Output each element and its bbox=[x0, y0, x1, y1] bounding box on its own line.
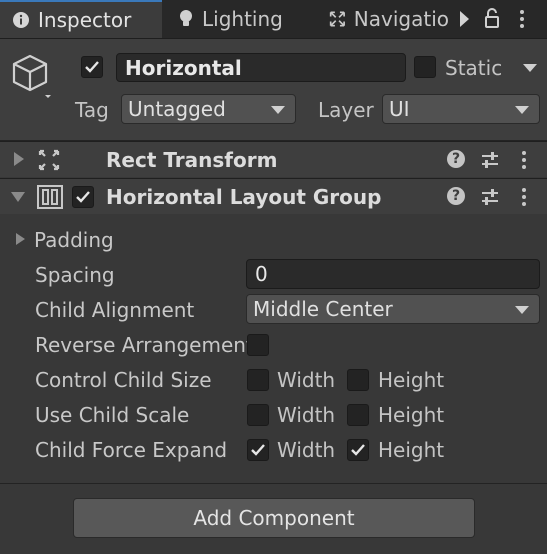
foldout-collapsed-icon[interactable] bbox=[14, 152, 24, 166]
control-child-size-height-label: Height bbox=[378, 368, 445, 392]
checkmark-icon bbox=[85, 61, 99, 73]
child-alignment-value: Middle Center bbox=[253, 297, 393, 321]
add-component-button[interactable]: Add Component bbox=[73, 498, 475, 538]
child-alignment-label: Child Alignment bbox=[35, 298, 195, 322]
layer-value: UI bbox=[389, 97, 410, 121]
padding-label[interactable]: Padding bbox=[34, 228, 114, 252]
static-checkbox[interactable] bbox=[414, 56, 436, 78]
use-child-scale-width-label: Width bbox=[277, 403, 336, 427]
padding-foldout-icon[interactable] bbox=[16, 233, 25, 245]
tab-inspector[interactable]: Inspector bbox=[0, 0, 162, 38]
static-label: Static bbox=[445, 56, 503, 80]
rect-transform-icon bbox=[38, 149, 60, 171]
tab-navigation-label: Navigatio bbox=[353, 7, 449, 31]
layout-group-enabled-checkbox[interactable] bbox=[72, 186, 94, 208]
layer-dropdown[interactable]: UI bbox=[382, 94, 540, 124]
preset-sliders-icon[interactable] bbox=[480, 187, 500, 207]
spacing-input[interactable]: 0 bbox=[246, 259, 540, 289]
child-force-expand-width-checkbox[interactable] bbox=[247, 439, 269, 461]
horizontal-layout-group-header[interactable]: Horizontal Layout Group ? bbox=[0, 178, 547, 214]
lightbulb-icon bbox=[180, 10, 192, 26]
checkmark-icon bbox=[76, 191, 90, 203]
tab-navigation[interactable]: Navigatio bbox=[329, 0, 449, 38]
chevron-down-icon bbox=[271, 106, 285, 114]
divider bbox=[0, 483, 547, 484]
lock-icon[interactable] bbox=[484, 8, 500, 28]
use-child-scale-width-checkbox[interactable] bbox=[247, 404, 269, 426]
navigation-icon bbox=[329, 11, 345, 27]
object-name-field[interactable]: Horizontal bbox=[116, 53, 406, 82]
help-icon[interactable]: ? bbox=[447, 187, 465, 205]
control-child-size-width-label: Width bbox=[277, 368, 336, 392]
tag-dropdown[interactable]: Untagged bbox=[121, 94, 296, 124]
tab-scroll-right-icon[interactable] bbox=[460, 11, 469, 27]
use-child-scale-height-checkbox[interactable] bbox=[347, 404, 369, 426]
tab-inspector-label: Inspector bbox=[38, 8, 132, 32]
control-child-size-height-checkbox[interactable] bbox=[347, 369, 369, 391]
child-force-expand-height-label: Height bbox=[378, 438, 445, 462]
control-child-size-label: Control Child Size bbox=[35, 368, 212, 392]
child-alignment-dropdown[interactable]: Middle Center bbox=[246, 294, 540, 324]
tab-lighting[interactable]: Lighting bbox=[178, 0, 283, 38]
control-child-size-width-checkbox[interactable] bbox=[247, 369, 269, 391]
static-dropdown-icon[interactable] bbox=[523, 64, 537, 72]
checkmark-icon bbox=[351, 444, 365, 456]
checkmark-icon bbox=[251, 444, 265, 456]
preset-sliders-icon[interactable] bbox=[480, 150, 500, 170]
info-icon bbox=[13, 12, 29, 28]
rect-transform-title: Rect Transform bbox=[106, 148, 278, 172]
active-checkbox[interactable] bbox=[81, 56, 103, 78]
child-force-expand-label: Child Force Expand bbox=[35, 438, 228, 462]
spacing-label: Spacing bbox=[35, 263, 115, 287]
tab-lighting-label: Lighting bbox=[202, 7, 283, 31]
tab-bar: Inspector Lighting Navigatio bbox=[0, 0, 547, 39]
child-force-expand-width-label: Width bbox=[277, 438, 336, 462]
chevron-down-icon bbox=[515, 306, 529, 314]
object-name-value: Horizontal bbox=[125, 55, 242, 80]
use-child-scale-height-label: Height bbox=[378, 403, 445, 427]
component-menu-icon[interactable] bbox=[522, 188, 526, 206]
horizontal-layout-icon bbox=[37, 185, 63, 209]
component-menu-icon[interactable] bbox=[522, 151, 526, 169]
use-child-scale-label: Use Child Scale bbox=[35, 403, 190, 427]
object-header: Horizontal Static Tag Untagged Layer UI bbox=[0, 39, 547, 141]
child-force-expand-height-checkbox[interactable] bbox=[347, 439, 369, 461]
chevron-down-icon bbox=[515, 106, 529, 114]
layer-label: Layer bbox=[318, 98, 374, 122]
tab-menu-icon[interactable] bbox=[520, 10, 524, 28]
foldout-expanded-icon[interactable] bbox=[11, 192, 25, 202]
rect-transform-header[interactable]: Rect Transform ? bbox=[0, 141, 547, 177]
horizontal-layout-group-title: Horizontal Layout Group bbox=[106, 185, 382, 209]
reverse-arrangement-label: Reverse Arrangement bbox=[35, 333, 254, 357]
spacing-value: 0 bbox=[255, 262, 268, 286]
tag-label: Tag bbox=[75, 98, 109, 122]
help-icon[interactable]: ? bbox=[447, 150, 465, 168]
reverse-arrangement-checkbox[interactable] bbox=[247, 334, 269, 356]
gameobject-cube-icon[interactable] bbox=[12, 54, 52, 98]
tag-value: Untagged bbox=[128, 97, 226, 121]
